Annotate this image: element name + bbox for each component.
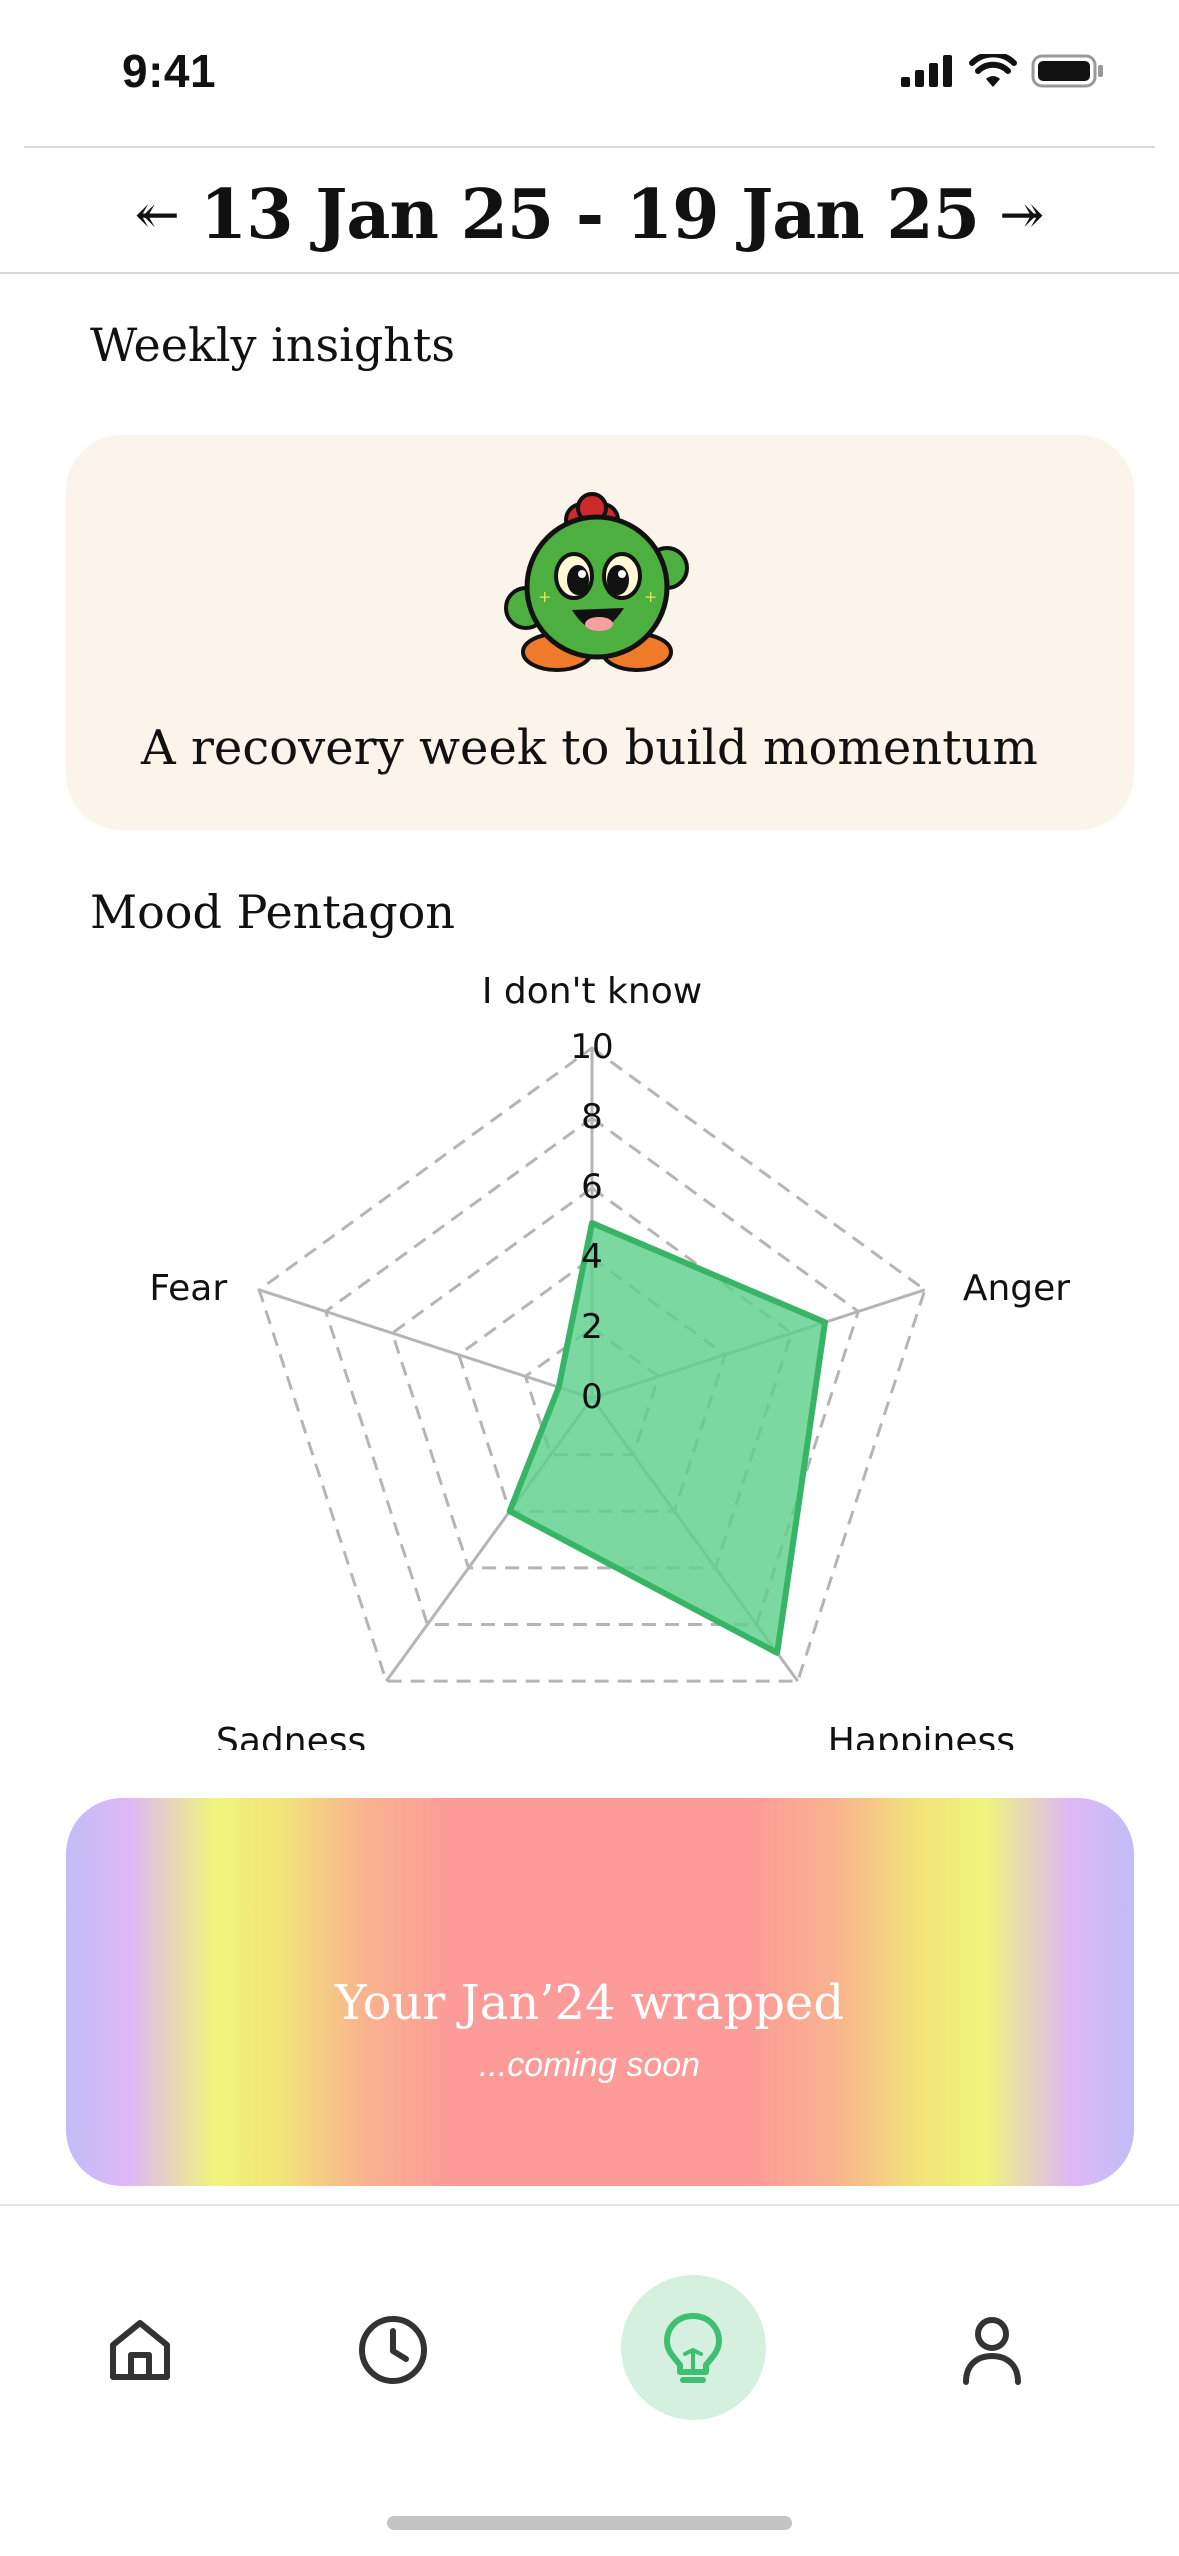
tab-profile[interactable] xyxy=(932,2290,1052,2410)
wifi-icon xyxy=(969,54,1017,87)
cactus-mascot-icon: + + xyxy=(504,492,689,672)
tab-insights[interactable] xyxy=(633,2290,753,2410)
home-indicator xyxy=(387,2516,792,2530)
divider xyxy=(0,272,1179,274)
svg-text:+: + xyxy=(644,587,657,606)
tab-history[interactable] xyxy=(333,2290,453,2410)
home-icon xyxy=(110,2320,170,2380)
radar-axis-label: Sadness xyxy=(216,1721,366,1750)
radar-tick-label: 6 xyxy=(581,1167,603,1207)
clock-icon xyxy=(359,2316,427,2384)
radar-tick-label: 8 xyxy=(581,1097,603,1137)
double-chevron-right-icon[interactable]: ↠ xyxy=(999,188,1044,242)
mood-pentagon-title: Mood Pentagon xyxy=(90,885,455,939)
radar-tick-label: 10 xyxy=(570,1027,613,1067)
lightbulb-icon xyxy=(664,2313,722,2383)
radar-axis-label: Happiness xyxy=(828,1721,1015,1750)
mood-series-area xyxy=(506,1220,829,1656)
double-chevron-left-icon[interactable]: ↞ xyxy=(135,188,180,242)
svg-text:+: + xyxy=(538,587,551,606)
wrapped-subtitle: ...coming soon xyxy=(478,2046,701,2084)
divider xyxy=(0,2204,1179,2206)
battery-icon xyxy=(1031,54,1103,88)
radar-tick-label: 2 xyxy=(581,1307,603,1347)
radar-tick-label: 0 xyxy=(581,1377,603,1417)
radar-axis-label: Anger xyxy=(963,1268,1070,1309)
radar-spoke xyxy=(258,1288,593,1400)
wrapped-title: Your Jan’24 wrapped xyxy=(334,1975,845,2031)
mood-radar-chart: 0 2 4 6 8 10 I don't know Anger Happiness Sadnes… xyxy=(149,971,1070,1750)
tab-home[interactable] xyxy=(80,2290,200,2410)
weekly-insights-title: Weekly insights xyxy=(90,318,455,372)
status-icons xyxy=(901,54,1105,88)
signal-icon xyxy=(901,55,952,87)
radar-axis-label: Fear xyxy=(149,1268,227,1309)
week-navigator: ↞ 13 Jan 25 - 19 Jan 25 ↠ xyxy=(0,160,1179,270)
radar-tick-label: 4 xyxy=(581,1237,603,1277)
week-range: 13 Jan 25 - 19 Jan 25 xyxy=(199,175,980,255)
user-icon xyxy=(963,2317,1021,2385)
insight-message: A recovery week to build momentum xyxy=(141,720,1038,776)
status-time: 9:41 xyxy=(122,45,217,97)
divider xyxy=(24,146,1155,148)
radar-axis-label: I don't know xyxy=(482,971,702,1012)
